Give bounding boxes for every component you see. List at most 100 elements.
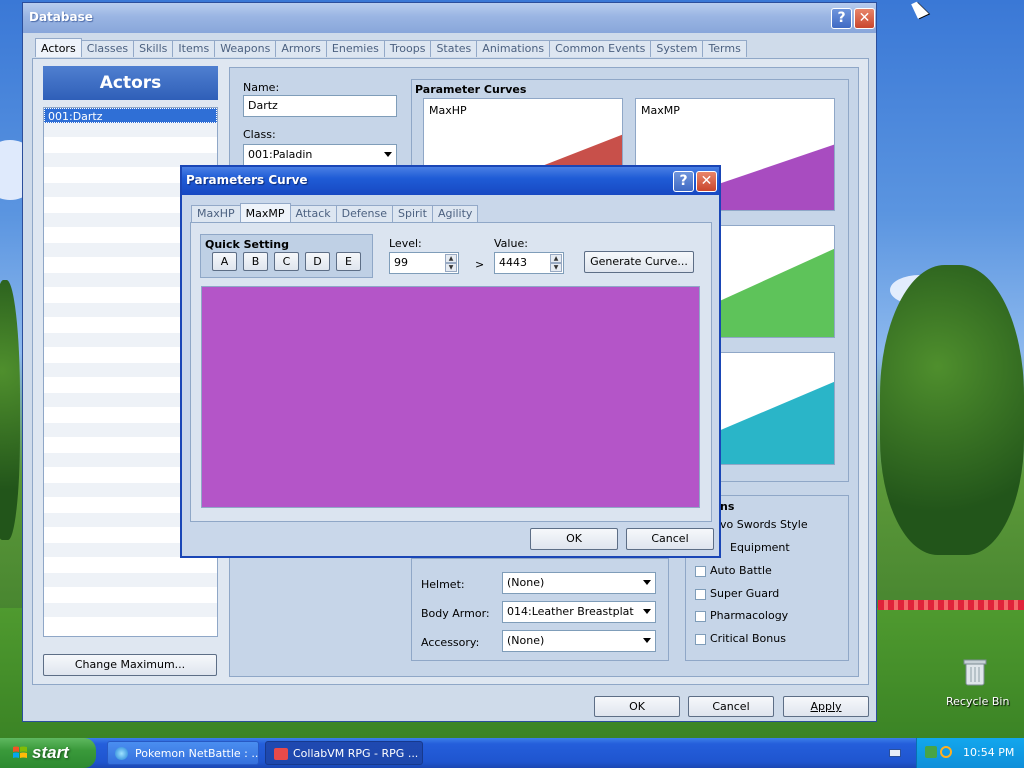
- quick-setting-e-button[interactable]: E: [336, 252, 361, 271]
- flower-bed: [878, 600, 1024, 610]
- quick-setting-b-button[interactable]: B: [243, 252, 268, 271]
- system-tray: 10:54 PM: [916, 738, 1024, 768]
- actor-list-empty-row[interactable]: [44, 618, 217, 633]
- tab-states[interactable]: States: [430, 40, 478, 57]
- super-guard-label: Super Guard: [710, 587, 780, 600]
- tab-items[interactable]: Items: [172, 40, 216, 57]
- pharmacology-label: Pharmacology: [710, 609, 789, 622]
- ok-button[interactable]: OK: [594, 696, 680, 717]
- windows-logo-icon: [13, 746, 27, 758]
- quick-setting-a-button[interactable]: A: [212, 252, 237, 271]
- arrow-label: >: [475, 258, 485, 271]
- dialog-tabs: MaxHP MaxMP Attack Defense Spirit Agilit…: [191, 203, 479, 222]
- option-two-swords[interactable]: vo Swords Style: [720, 518, 808, 531]
- database-tabs: Actors Classes Skills Items Weapons Armo…: [35, 38, 747, 57]
- task-pokemon-netbattle[interactable]: Pokemon NetBattle : ...: [107, 741, 259, 765]
- level-value: 99: [394, 256, 408, 269]
- actor-list-item[interactable]: 001:Dartz: [44, 108, 217, 123]
- critical-bonus-checkbox[interactable]: [695, 634, 706, 645]
- tree: [880, 265, 1024, 555]
- dialog-ok-button[interactable]: OK: [530, 528, 618, 550]
- value-up-arrow[interactable]: ▲: [550, 254, 562, 263]
- change-maximum-button[interactable]: Change Maximum...: [43, 654, 217, 676]
- dialog-tab-spirit[interactable]: Spirit: [392, 205, 433, 222]
- close-button[interactable]: ✕: [854, 8, 875, 29]
- trash-can-icon: [963, 659, 987, 686]
- option-fix-equipment[interactable]: Equipment: [730, 541, 790, 554]
- tab-common-events[interactable]: Common Events: [549, 40, 652, 57]
- task-label: CollabVM RPG - RPG ...: [293, 747, 419, 760]
- tab-animations[interactable]: Animations: [476, 40, 551, 57]
- accessory-value: (None): [507, 634, 545, 647]
- search-icon[interactable]: [940, 746, 952, 758]
- level-down-arrow[interactable]: ▼: [445, 263, 457, 272]
- start-button[interactable]: start: [0, 738, 96, 768]
- apply-button[interactable]: Apply: [783, 696, 869, 717]
- start-label: start: [32, 743, 69, 762]
- tab-terms[interactable]: Terms: [702, 40, 747, 57]
- body-armor-label: Body Armor:: [421, 607, 490, 620]
- super-guard-checkbox[interactable]: [695, 589, 706, 600]
- actors-header: Actors: [43, 66, 218, 100]
- app-icon: [115, 747, 128, 760]
- generate-curve-button[interactable]: Generate Curve...: [584, 251, 694, 273]
- tab-classes[interactable]: Classes: [80, 40, 135, 57]
- actor-list-empty-row[interactable]: [44, 588, 217, 603]
- tab-system[interactable]: System: [650, 40, 704, 57]
- critical-bonus-label: Critical Bonus: [710, 632, 786, 645]
- quick-setting-d-button[interactable]: D: [305, 252, 330, 271]
- dialog-help-button[interactable]: ?: [673, 171, 694, 192]
- recycle-bin-label: Recycle Bin: [946, 695, 1010, 708]
- tab-armors[interactable]: Armors: [275, 40, 327, 57]
- actor-list-empty-row[interactable]: [44, 603, 217, 618]
- accessory-label: Accessory:: [421, 636, 480, 649]
- helmet-select[interactable]: (None): [502, 572, 656, 594]
- value-input[interactable]: 4443 ▲ ▼: [494, 252, 564, 274]
- actor-list-empty-row[interactable]: [44, 123, 217, 138]
- clock[interactable]: 10:54 PM: [963, 746, 1014, 759]
- taskbar: start Pokemon NetBattle : ... CollabVM R…: [0, 738, 1024, 768]
- dialog-tab-defense[interactable]: Defense: [335, 205, 394, 222]
- chevron-down-icon: [643, 580, 651, 585]
- tab-skills[interactable]: Skills: [133, 40, 174, 57]
- database-titlebar[interactable]: Database: [23, 3, 876, 33]
- actor-list-empty-row[interactable]: [44, 573, 217, 588]
- tab-actors[interactable]: Actors: [35, 38, 82, 57]
- tab-troops[interactable]: Troops: [383, 40, 432, 57]
- dialog-cancel-button[interactable]: Cancel: [626, 528, 714, 550]
- dialog-close-button[interactable]: ✕: [696, 171, 717, 192]
- curve-graph-area[interactable]: [201, 286, 700, 508]
- dialog-tab-attack[interactable]: Attack: [289, 205, 337, 222]
- dialog-tab-maxmp[interactable]: MaxMP: [239, 203, 291, 222]
- task-label: Pokemon NetBattle : ...: [135, 747, 259, 760]
- mouse-cursor-icon: [911, 0, 929, 19]
- tab-enemies[interactable]: Enemies: [325, 40, 385, 57]
- class-select[interactable]: 001:Paladin: [243, 144, 397, 166]
- network-icon[interactable]: [925, 746, 937, 758]
- recycle-bin-icon[interactable]: [962, 657, 988, 687]
- value-down-arrow[interactable]: ▼: [550, 263, 562, 272]
- pharmacology-checkbox[interactable]: [695, 611, 706, 622]
- dialog-tab-agility[interactable]: Agility: [431, 205, 479, 222]
- name-input[interactable]: Dartz: [243, 95, 397, 117]
- cancel-button[interactable]: Cancel: [688, 696, 774, 717]
- quick-setting-c-button[interactable]: C: [274, 252, 299, 271]
- actor-list-empty-row[interactable]: [44, 138, 217, 153]
- help-button[interactable]: ?: [831, 8, 852, 29]
- task-collabvm-rpg[interactable]: CollabVM RPG - RPG ...: [265, 741, 423, 765]
- chevron-down-icon: [643, 609, 651, 614]
- class-label: Class:: [243, 128, 276, 141]
- tab-weapons[interactable]: Weapons: [214, 40, 277, 57]
- level-up-arrow[interactable]: ▲: [445, 254, 457, 263]
- actor-list-empty-row[interactable]: [44, 558, 217, 573]
- accessory-select[interactable]: (None): [502, 630, 656, 652]
- auto-battle-checkbox[interactable]: [695, 566, 706, 577]
- rpg-maker-icon: [274, 748, 288, 760]
- keyboard-icon[interactable]: [889, 749, 901, 757]
- level-input[interactable]: 99 ▲ ▼: [389, 252, 459, 274]
- value-value: 4443: [499, 256, 527, 269]
- maxmp-curve-label: MaxMP: [641, 104, 680, 117]
- dialog-titlebar[interactable]: Parameters Curve: [182, 167, 719, 195]
- body-armor-select[interactable]: 014:Leather Breastplat: [502, 601, 656, 623]
- dialog-tab-maxhp[interactable]: MaxHP: [191, 205, 241, 222]
